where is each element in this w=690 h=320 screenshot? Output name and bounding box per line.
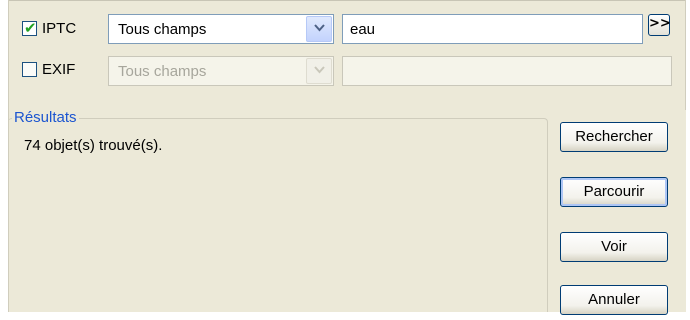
exif-field-select[interactable]: Tous champs — [108, 56, 334, 86]
panel-top-border — [8, 0, 686, 1]
search-input-value: eau — [350, 21, 376, 38]
iptc-field-select[interactable]: Tous champs — [108, 14, 334, 44]
results-title: Résultats — [12, 109, 79, 127]
check-icon: ✔ — [24, 19, 37, 37]
exif-value-input[interactable] — [342, 56, 672, 86]
more-button[interactable]: >> — [648, 14, 671, 36]
browse-button[interactable]: Parcourir — [560, 177, 668, 207]
iptc-field-value: Tous champs — [118, 21, 207, 38]
iptc-dropdown-button[interactable] — [306, 16, 332, 42]
chevron-down-icon — [314, 66, 325, 74]
panel-right-border — [685, 0, 686, 110]
chevron-down-icon — [314, 24, 325, 32]
cancel-button[interactable]: Annuler — [560, 285, 668, 315]
iptc-checkbox[interactable]: ✔ — [22, 19, 37, 37]
exif-field-value: Tous champs — [118, 63, 207, 80]
iptc-label: IPTC — [42, 20, 77, 37]
exif-label: EXIF — [42, 61, 76, 78]
search-button[interactable]: Rechercher — [560, 122, 668, 152]
view-button[interactable]: Voir — [560, 232, 668, 262]
exif-dropdown-button[interactable] — [306, 58, 332, 84]
search-input[interactable]: eau — [342, 14, 643, 44]
results-count: 74 objet(s) trouvé(s). — [24, 137, 163, 154]
exif-checkbox[interactable] — [22, 62, 37, 77]
